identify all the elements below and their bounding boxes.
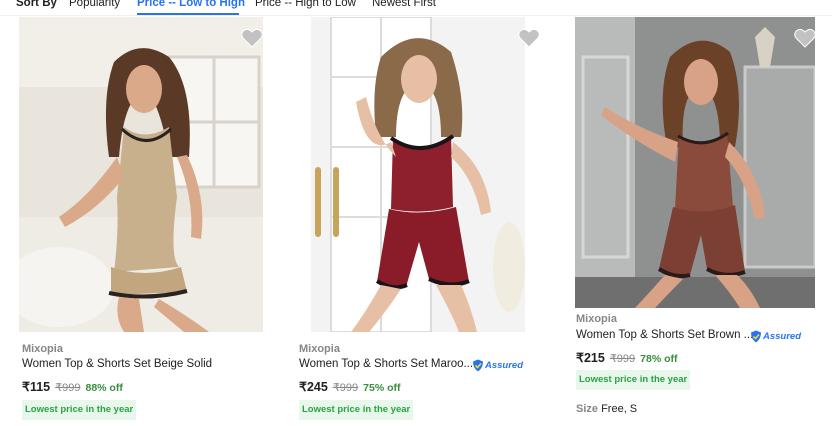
- product-brand: Mixopia: [576, 313, 617, 325]
- price-row: ₹215 ₹999 78% off: [576, 350, 678, 365]
- active-sort-indicator: [137, 13, 239, 15]
- product-brand: Mixopia: [22, 343, 63, 355]
- sort-option-price-low-to-high[interactable]: Price -- Low to High: [137, 0, 245, 11]
- sort-by-label: Sort By: [16, 0, 57, 9]
- sort-option-price-high-to-low[interactable]: Price -- High to Low: [255, 0, 356, 11]
- product-image-brown-set[interactable]: [575, 17, 815, 308]
- product-discount: 75% off: [363, 382, 401, 394]
- sort-bar: Sort By Popularity Price -- Low to High …: [0, 0, 832, 16]
- size-value: Free, S: [601, 403, 638, 415]
- assured-label: Assured: [485, 359, 524, 371]
- product-card[interactable]: Mixopia Women Top & Shorts Set Beige Sol…: [16, 16, 276, 426]
- assured-label: Assured: [763, 330, 802, 342]
- assured-shield-icon: [473, 359, 483, 371]
- product-title[interactable]: Women Top & Shorts Set Brown ...: [576, 329, 753, 341]
- product-image-beige-set[interactable]: [19, 17, 263, 332]
- product-price: ₹245: [299, 380, 328, 394]
- product-title[interactable]: Women Top & Shorts Set Maroo...: [299, 358, 473, 370]
- product-price: ₹115: [22, 380, 51, 394]
- wishlist-heart-icon[interactable]: [518, 28, 540, 48]
- size-info: Size Free, S: [576, 403, 637, 415]
- sort-option-popularity[interactable]: Popularity: [69, 0, 120, 11]
- assured-badge: Assured: [472, 358, 523, 372]
- lowest-price-badge: Lowest price in the year: [22, 400, 137, 420]
- assured-badge: Assured: [750, 329, 801, 343]
- price-row: ₹245 ₹999 75% off: [299, 379, 401, 394]
- product-discount: 88% off: [85, 382, 123, 394]
- wishlist-heart-icon[interactable]: [794, 28, 816, 48]
- product-price: ₹215: [576, 351, 605, 365]
- product-mrp: ₹999: [609, 353, 636, 365]
- wishlist-heart-icon[interactable]: [241, 28, 263, 48]
- assured-shield-icon: [751, 330, 761, 342]
- product-card[interactable]: Mixopia Women Top & Shorts Set Maroo... …: [296, 16, 556, 426]
- price-row: ₹115 ₹999 88% off: [22, 379, 123, 394]
- lowest-price-badge: Lowest price in the year: [299, 400, 414, 420]
- product-mrp: ₹999: [332, 382, 359, 394]
- size-label: Size: [576, 403, 599, 415]
- sort-option-newest-first[interactable]: Newest First: [372, 0, 436, 11]
- product-discount: 78% off: [640, 353, 678, 365]
- product-brand: Mixopia: [299, 343, 340, 355]
- product-card[interactable]: Mixopia Women Top & Shorts Set Brown ...…: [572, 16, 832, 426]
- lowest-price-badge: Lowest price in the year: [576, 370, 691, 390]
- product-image-maroon-set[interactable]: [311, 17, 525, 332]
- product-mrp: ₹999: [55, 382, 81, 394]
- product-title[interactable]: Women Top & Shorts Set Beige Solid: [22, 358, 212, 370]
